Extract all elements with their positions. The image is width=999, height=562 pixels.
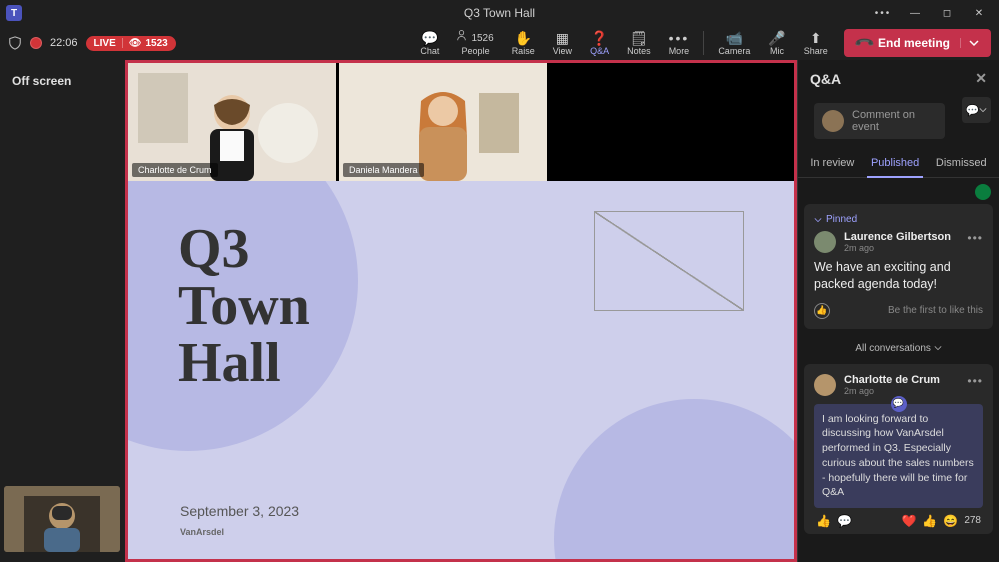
shield-icon	[8, 36, 22, 50]
speaker-name-label: Charlotte de Crum	[132, 163, 218, 177]
shared-slide: Q3 Town Hall September 3, 2023 VanArsdel	[128, 181, 794, 559]
qa-message: We have an exciting and packed agenda to…	[814, 259, 983, 293]
chevron-down-icon	[969, 38, 979, 48]
meeting-toolbar: 22:06 LIVE 👁 1523 💬 Chat 1526 People ✋ R…	[0, 26, 999, 60]
speakers-strip: Charlotte de Crum Daniela Mandera	[128, 63, 794, 181]
comment-input-box[interactable]: Comment on event	[814, 103, 945, 139]
slide-brand: VanArsdel	[180, 527, 224, 537]
speaker-name-label: Daniela Mandera	[343, 163, 424, 177]
author-avatar	[814, 231, 836, 253]
notes-button[interactable]: 🗒 Notes	[619, 27, 659, 59]
tab-in-review[interactable]: In review	[806, 153, 858, 177]
reaction-heart-icon[interactable]: ❤️	[901, 514, 916, 528]
comment-placeholder: Comment on event	[852, 109, 937, 133]
notes-icon: 🗒	[630, 30, 648, 45]
live-label: LIVE	[94, 38, 116, 49]
grid-icon: ▦	[556, 30, 569, 45]
qa-card: Charlotte de Crum 2m ago ••• 💬 I am look…	[804, 364, 993, 534]
meeting-timer: 22:06	[50, 37, 78, 49]
author-avatar	[814, 374, 836, 396]
raise-hand-button[interactable]: ✋ Raise	[504, 27, 543, 59]
chat-button[interactable]: 💬 Chat	[412, 27, 447, 59]
slide-date: September 3, 2023	[180, 503, 299, 519]
reaction-thumbs-up-icon[interactable]: 👍	[816, 514, 831, 528]
comment-mode-dropdown[interactable]: 💬	[961, 97, 991, 123]
speech-icon: 💬	[966, 104, 980, 117]
eye-icon: 👁	[129, 38, 142, 49]
more-window-icon[interactable]: •••	[869, 2, 897, 24]
chat-icon: 💬	[421, 30, 438, 45]
end-dropdown[interactable]	[960, 38, 979, 48]
qa-panel-title: Q&A	[810, 71, 841, 87]
speaker-tile[interactable]: Daniela Mandera	[339, 63, 547, 181]
qa-author: Charlotte de Crum	[844, 374, 959, 386]
titlebar: T Q3 Town Hall ••• — ◻ ✕	[0, 0, 999, 26]
hand-icon: ✋	[514, 30, 531, 45]
recording-icon	[30, 37, 42, 49]
minimize-icon[interactable]: —	[901, 2, 929, 24]
qa-item-more-icon[interactable]: •••	[967, 374, 983, 388]
qa-timestamp: 2m ago	[844, 243, 959, 253]
presentation-stage: Charlotte de Crum Daniela Mandera Q3	[125, 60, 797, 562]
speaker-tile[interactable]: Charlotte de Crum	[128, 63, 336, 181]
view-button[interactable]: ▦ View	[545, 27, 580, 59]
qa-panel: Q&A ✕ Comment on event 💬 In review Publi…	[797, 60, 999, 562]
qa-icon: ❓	[591, 30, 608, 45]
chevron-down-icon	[934, 344, 942, 352]
share-button[interactable]: ⬆ Share	[796, 27, 836, 59]
people-button[interactable]: 1526 People	[449, 27, 501, 59]
viewer-count: 1523	[145, 38, 167, 49]
pinned-indicator: Pinned	[814, 214, 983, 225]
end-meeting-button[interactable]: 📞 End meeting	[844, 29, 991, 57]
tab-published[interactable]: Published	[867, 153, 923, 177]
chevron-down-icon	[979, 106, 987, 114]
highlight-badge-icon: 💬	[891, 396, 907, 412]
camera-button[interactable]: 📹 Camera	[710, 27, 758, 59]
self-video-tile[interactable]	[4, 486, 120, 552]
more-button[interactable]: ••• More	[661, 27, 698, 59]
mic-icon: 🎤	[768, 30, 785, 45]
left-rail: Off screen	[0, 60, 125, 562]
all-conversations-toggle[interactable]: All conversations	[804, 339, 993, 364]
qa-tabs: In review Published Dismissed	[798, 145, 999, 178]
highlighted-comment: 💬 I am looking forward to discussing how…	[814, 404, 983, 508]
live-badge[interactable]: LIVE 👁 1523	[86, 36, 176, 51]
people-icon: 1526	[457, 30, 493, 45]
offscreen-label: Off screen	[0, 66, 125, 96]
slide-title-2: Town	[178, 278, 744, 335]
qa-author: Laurence Gilbertson	[844, 231, 959, 243]
tab-dismissed[interactable]: Dismissed	[932, 153, 991, 177]
hangup-icon: 📞	[853, 32, 876, 55]
like-prompt: Be the first to like this	[888, 305, 983, 316]
reply-icon[interactable]: 💬	[837, 514, 852, 528]
maximize-icon[interactable]: ◻	[933, 2, 961, 24]
teams-logo-icon: T	[6, 5, 22, 21]
status-badge	[975, 184, 991, 200]
user-avatar	[822, 110, 844, 132]
share-icon: ⬆	[810, 30, 822, 45]
close-window-icon[interactable]: ✕	[965, 2, 993, 24]
reaction-thumbs-up-icon[interactable]: 👍	[922, 514, 937, 528]
slide-title-3: Hall	[178, 335, 744, 392]
close-panel-icon[interactable]: ✕	[975, 70, 987, 87]
window-title: Q3 Town Hall	[266, 6, 733, 20]
reaction-laugh-icon[interactable]: 😄	[943, 514, 958, 528]
chevron-down-icon[interactable]	[814, 216, 822, 224]
qa-list[interactable]: Pinned Laurence Gilbertson 2m ago ••• We…	[798, 178, 999, 562]
qa-item-more-icon[interactable]: •••	[967, 231, 983, 245]
like-button[interactable]: 👍	[814, 303, 830, 319]
qa-card-pinned: Pinned Laurence Gilbertson 2m ago ••• We…	[804, 204, 993, 329]
qa-button[interactable]: ❓ Q&A	[582, 27, 617, 59]
more-icon: •••	[669, 30, 690, 45]
qa-timestamp: 2m ago	[844, 386, 959, 396]
slide-title-1: Q3	[178, 221, 744, 278]
mic-button[interactable]: 🎤 Mic	[760, 27, 793, 59]
camera-icon: 📹	[726, 30, 743, 45]
reaction-count: 278	[964, 515, 981, 526]
